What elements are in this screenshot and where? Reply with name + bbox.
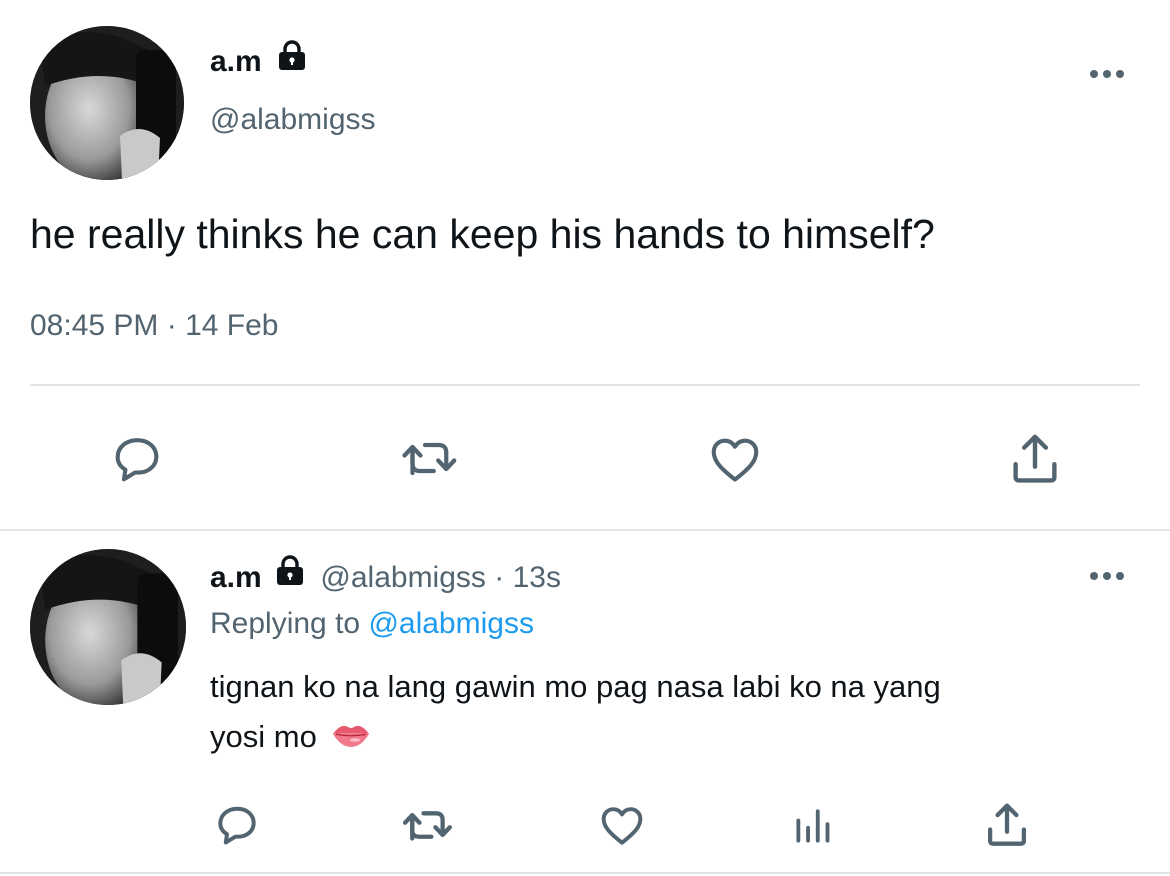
analytics-icon[interactable] <box>790 804 836 848</box>
main-tweet-display-name[interactable]: a.m <box>210 39 308 80</box>
reply-like-icon[interactable] <box>596 800 648 850</box>
display-name-text[interactable]: a.m <box>210 45 262 78</box>
reply-reply-icon[interactable] <box>212 800 262 850</box>
reply-text-line1: tignan ko na lang gawin mo pag nasa labi… <box>210 669 941 704</box>
reply-display-name[interactable]: a.m <box>210 561 262 594</box>
main-tweet-timestamp[interactable]: 08:45 PM · 14 Feb <box>30 306 278 346</box>
replying-to-handle-link[interactable]: @alabmigss <box>368 607 534 640</box>
retweet-icon[interactable] <box>398 428 462 488</box>
reply-text-line2-text: yosi mo <box>210 719 317 754</box>
like-icon[interactable] <box>704 430 766 488</box>
reply-handle[interactable]: @alabmigss <box>320 561 486 594</box>
share-icon[interactable] <box>1004 428 1066 490</box>
section-divider <box>0 529 1170 531</box>
main-tweet-text: he really thinks he can keep his hands t… <box>30 211 935 257</box>
reply-time[interactable]: · 13s <box>494 561 561 594</box>
main-tweet-avatar[interactable] <box>30 26 184 180</box>
lips-emoji <box>331 717 371 761</box>
reply-icon[interactable] <box>108 430 166 488</box>
reply-more-options-icon[interactable] <box>1088 566 1128 586</box>
reply-tweet-avatar[interactable] <box>30 549 186 705</box>
bottom-divider <box>0 872 1170 874</box>
lock-icon <box>274 554 306 598</box>
reply-text-line2: yosi mo <box>210 715 371 761</box>
main-tweet-handle[interactable]: @alabmigss <box>210 100 376 140</box>
replying-to-line: Replying to @alabmigss <box>210 604 534 644</box>
reply-tweet-header: a.m @alabmigss · 13s <box>210 554 561 598</box>
lock-icon <box>276 39 308 81</box>
reply-share-icon[interactable] <box>980 798 1034 852</box>
reply-retweet-icon[interactable] <box>400 798 456 852</box>
replying-to-label: Replying to <box>210 607 361 640</box>
divider <box>30 384 1140 386</box>
more-options-icon[interactable] <box>1088 64 1128 84</box>
